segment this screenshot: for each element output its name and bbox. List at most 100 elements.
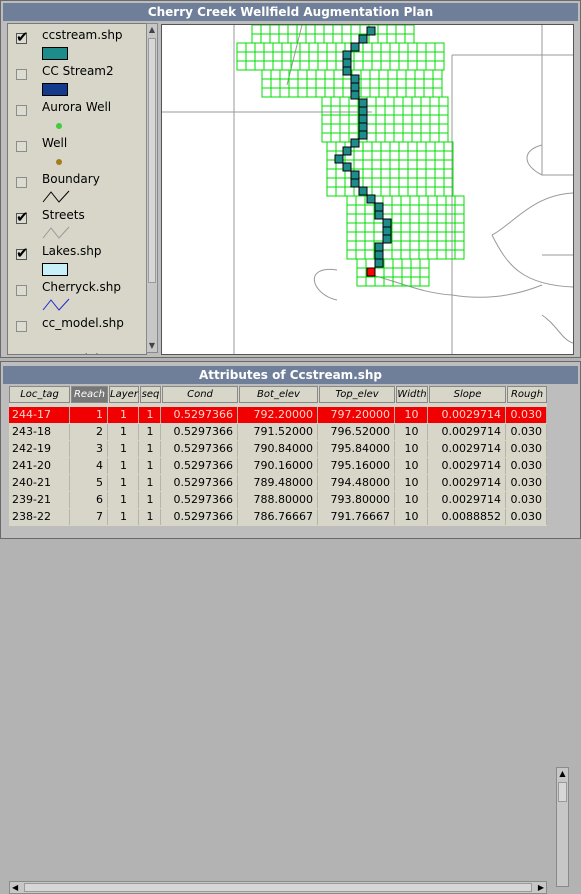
layer-item[interactable]: Well xyxy=(8,132,146,168)
table-cell: 0.030 xyxy=(507,407,547,423)
table-cell: 240-21 xyxy=(9,475,70,491)
table-row[interactable]: 242-19 3 1 1 0.5297366 790.84000 795.84000 10 0.… xyxy=(9,441,547,457)
table-hscroll-thumb[interactable] xyxy=(24,883,532,892)
stream-cell xyxy=(350,82,360,92)
scroll-left-arrow-icon[interactable]: ◀ xyxy=(12,882,18,893)
layer-name: Lakes.shp xyxy=(42,244,102,258)
scroll-down-arrow-icon[interactable]: ▼ xyxy=(147,341,157,351)
stream-cell xyxy=(374,242,384,252)
layer-name: Aurora Well xyxy=(42,100,112,114)
map-canvas[interactable] xyxy=(162,25,573,354)
stream-cell xyxy=(350,178,360,188)
table-cell: 1 xyxy=(71,407,108,423)
table-cell: 1 xyxy=(109,424,139,440)
stream-cell xyxy=(350,170,360,180)
toc-scrollbar[interactable]: ▲ ▼ xyxy=(146,23,158,353)
table-vertical-scrollbar[interactable]: ▲ xyxy=(556,767,569,887)
column-header[interactable]: Cond xyxy=(162,386,238,403)
layer-item[interactable]: CC Stream2 xyxy=(8,60,146,96)
layer-visibility-checkbox[interactable] xyxy=(16,105,27,116)
table-row[interactable]: 241-20 4 1 1 0.5297366 790.16000 795.16000 10 0.… xyxy=(9,458,547,474)
layer-item[interactable]: Cherryck.shp xyxy=(8,276,146,312)
layer-item[interactable]: Boundary xyxy=(8,168,146,204)
table-cell: 1 xyxy=(140,441,161,457)
stream-cell xyxy=(358,122,368,132)
stream-cell xyxy=(342,66,352,76)
window-title: Cherry Creek Wellfield Augmentation Plan xyxy=(3,3,578,21)
layer-visibility-checkbox[interactable] xyxy=(16,69,27,80)
column-header[interactable]: Layer xyxy=(109,386,139,403)
column-header[interactable]: Rough xyxy=(507,386,547,403)
column-header[interactable]: Top_elev xyxy=(319,386,395,403)
table-cell: 10 xyxy=(396,492,428,508)
table-row[interactable]: 240-21 5 1 1 0.5297366 789.48000 794.48000 10 0.… xyxy=(9,475,547,491)
table-cell: 1 xyxy=(109,407,139,423)
column-header[interactable]: Loc_tag xyxy=(9,386,70,403)
table-cell: 0.5297366 xyxy=(162,424,238,440)
layer-visibility-checkbox[interactable] xyxy=(16,141,27,152)
stream-cell xyxy=(366,26,376,36)
layer-name: CC Stream2 xyxy=(42,64,114,78)
table-cell: 10 xyxy=(396,458,428,474)
table-cell: 1 xyxy=(109,475,139,491)
table-cell: 1 xyxy=(109,492,139,508)
column-header[interactable]: Bot_elev xyxy=(239,386,318,403)
table-cell: 791.76667 xyxy=(319,509,395,525)
layer-item[interactable]: ✔ Streets xyxy=(8,204,146,240)
layer-visibility-checkbox[interactable] xyxy=(16,177,27,188)
table-cell: 244-17 xyxy=(9,407,70,423)
layer-name: Cherryck.shp xyxy=(42,280,121,294)
layer-name: Boundary xyxy=(42,172,100,186)
main-window: Cherry Creek Wellfield Augmentation Plan… xyxy=(0,0,581,358)
stream-cell xyxy=(342,50,352,60)
layer-item[interactable]: ✔ CC Model2 xyxy=(8,348,146,354)
column-header[interactable]: Reach xyxy=(71,386,108,403)
table-cell: 242-19 xyxy=(9,441,70,457)
table-cell: 239-21 xyxy=(9,492,70,508)
layer-item[interactable]: Aurora Well xyxy=(8,96,146,132)
layer-visibility-checkbox[interactable] xyxy=(16,321,27,332)
table-cell: 0.0029714 xyxy=(429,492,506,508)
stream-cell xyxy=(350,90,360,100)
table-cell: 0.5297366 xyxy=(162,475,238,491)
table-horizontal-scrollbar[interactable]: ◀ ▶ xyxy=(9,881,547,894)
table-cell: 10 xyxy=(396,441,428,457)
fill-swatch-icon xyxy=(42,263,68,276)
table-row[interactable]: 239-21 6 1 1 0.5297366 788.80000 793.80000 10 0.… xyxy=(9,492,547,508)
table-cell: 1 xyxy=(140,492,161,508)
table-cell: 793.80000 xyxy=(319,492,395,508)
layer-item[interactable]: ✔ Lakes.shp xyxy=(8,240,146,276)
table-cell: 7 xyxy=(71,509,108,525)
table-row[interactable]: 244-17 1 1 1 0.5297366 792.20000 797.20000 10 0.… xyxy=(9,407,547,423)
layer-visibility-checkbox[interactable]: ✔ xyxy=(16,28,29,46)
table-cell: 0.0029714 xyxy=(429,407,506,423)
scroll-up-arrow-icon[interactable]: ▲ xyxy=(558,769,567,778)
column-header[interactable]: seq xyxy=(140,386,161,403)
layer-visibility-checkbox[interactable] xyxy=(16,285,27,296)
stream-cell xyxy=(358,98,368,108)
layer-item[interactable]: ✔ ccstream.shp xyxy=(8,24,146,60)
table-row[interactable]: 243-18 2 1 1 0.5297366 791.52000 796.52000 10 0.… xyxy=(9,424,547,440)
scroll-up-arrow-icon[interactable]: ▲ xyxy=(147,25,157,35)
scroll-right-arrow-icon[interactable]: ▶ xyxy=(538,882,544,893)
table-cell: 10 xyxy=(396,407,428,423)
layer-visibility-checkbox[interactable]: ✔ xyxy=(16,244,29,262)
table-scroll-thumb[interactable] xyxy=(558,782,567,802)
column-header[interactable]: Width xyxy=(396,386,428,403)
table-row[interactable]: 238-22 7 1 1 0.5297366 786.76667 791.76667 10 0.… xyxy=(9,509,547,525)
table-cell: 0.030 xyxy=(507,424,547,440)
layer-item[interactable]: cc_model.shp xyxy=(8,312,146,348)
layer-name: Streets xyxy=(42,208,85,222)
table-cell: 797.20000 xyxy=(319,407,395,423)
layer-visibility-checkbox[interactable]: ✔ xyxy=(16,208,29,226)
column-header[interactable]: Slope xyxy=(429,386,506,403)
map-view[interactable] xyxy=(161,24,574,355)
table-cell: 0.030 xyxy=(507,441,547,457)
table-cell: 3 xyxy=(71,441,108,457)
table-cell: 1 xyxy=(109,509,139,525)
fill-swatch-icon xyxy=(42,83,68,96)
table-cell: 6 xyxy=(71,492,108,508)
attribute-table[interactable]: Loc_tag Reach Layer seq Cond Bot_elev Top_elev… xyxy=(9,386,547,526)
toc-scroll-thumb[interactable] xyxy=(148,38,156,283)
table-cell: 241-20 xyxy=(9,458,70,474)
